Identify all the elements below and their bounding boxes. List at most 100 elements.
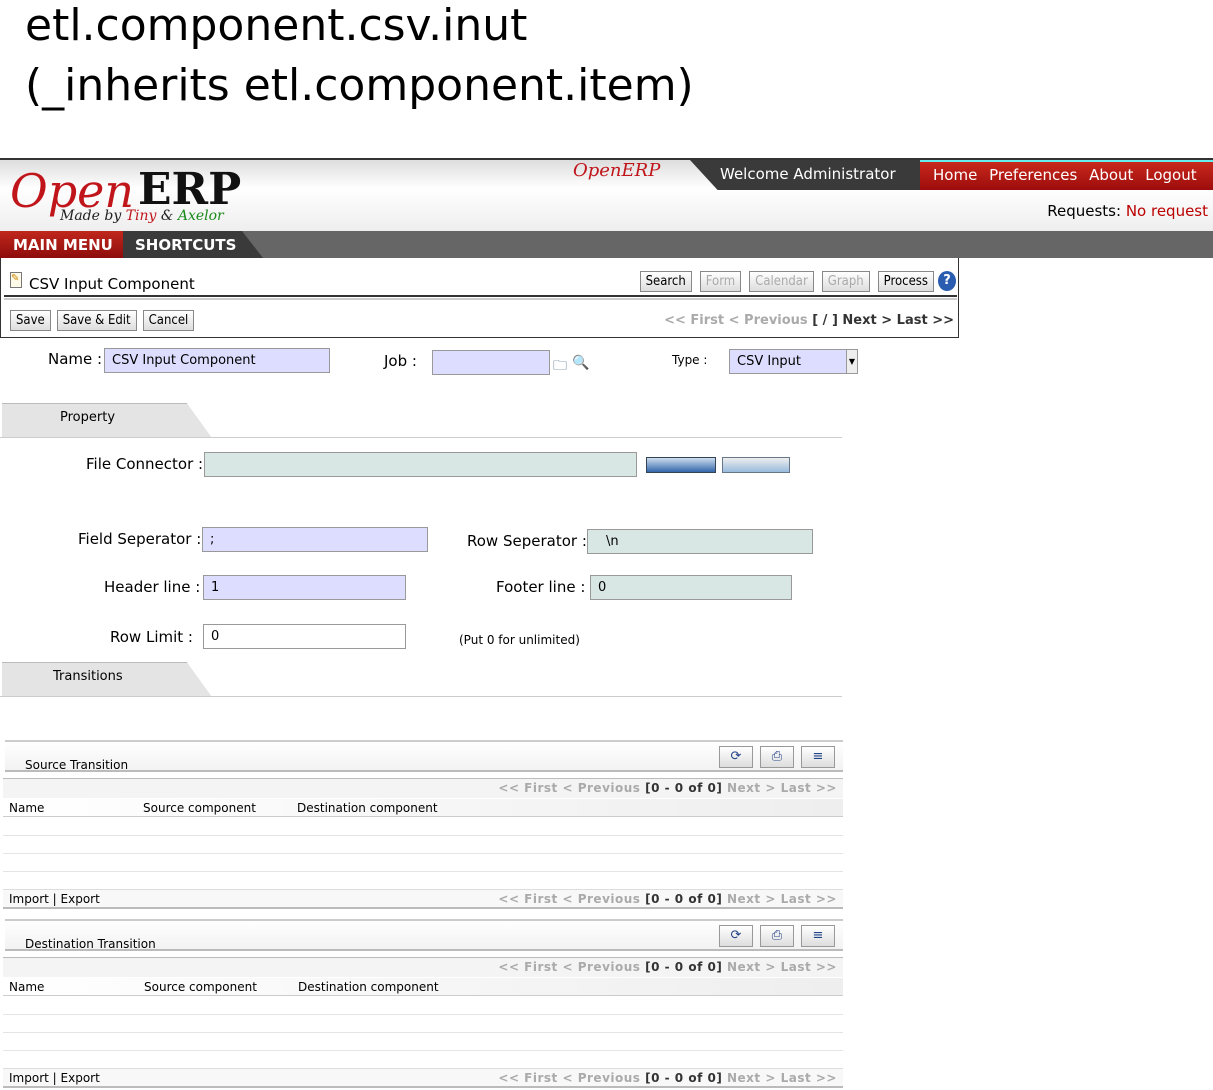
- pager-next[interactable]: Next >: [842, 313, 892, 328]
- requests-label: Requests:: [1047, 202, 1122, 220]
- amp: &: [160, 208, 174, 224]
- search-view-button[interactable]: Search: [639, 271, 692, 292]
- page-title: CSV Input Component: [29, 275, 195, 293]
- export-link[interactable]: Export: [61, 1071, 100, 1085]
- folder-icon[interactable]: 🗀: [553, 355, 567, 379]
- save-button[interactable]: Save: [10, 310, 51, 331]
- pager-first[interactable]: << First: [498, 781, 557, 795]
- tab-property[interactable]: Property: [2, 403, 212, 438]
- pager-range: [0 - 0 of 0]: [645, 781, 723, 795]
- refresh-icon[interactable]: ⟳: [719, 746, 753, 768]
- table-row: [3, 1014, 843, 1015]
- form-panel: ✎ CSV Input Component Search Form Calend…: [0, 258, 959, 338]
- footer-line-input[interactable]: 0: [590, 575, 792, 600]
- form-view-button[interactable]: Form: [699, 271, 742, 292]
- pager-last[interactable]: Last >>: [781, 1071, 837, 1085]
- pager-previous[interactable]: < Previous: [562, 1071, 640, 1085]
- list-icon[interactable]: ≡: [801, 746, 835, 768]
- help-icon[interactable]: ?: [938, 271, 956, 291]
- grid-pager: << First < Previous [0 - 0 of 0] Next > …: [498, 781, 837, 795]
- calendar-view-button[interactable]: Calendar: [749, 271, 814, 292]
- pager-next[interactable]: Next >: [727, 960, 776, 974]
- link-home[interactable]: Home: [933, 166, 977, 184]
- record-pager: << First < Previous [ / ] Next > Last >>: [664, 313, 954, 328]
- pager-last[interactable]: Last >>: [897, 313, 954, 328]
- search-icon[interactable]: 🔍: [572, 355, 589, 371]
- grid-pager-bar: << First < Previous [0 - 0 of 0] Next > …: [3, 957, 843, 977]
- tab-transitions[interactable]: Transitions: [2, 662, 212, 697]
- requests: Requests: No request: [1047, 202, 1208, 220]
- col-name[interactable]: Name: [9, 980, 44, 994]
- axelor: Axelor: [177, 208, 224, 224]
- pager-last[interactable]: Last >>: [781, 892, 837, 906]
- col-name[interactable]: Name: [9, 801, 44, 815]
- main-menu-tab[interactable]: MAIN MENU: [0, 231, 123, 258]
- col-source[interactable]: Source component: [143, 801, 256, 815]
- requests-link[interactable]: No request: [1126, 202, 1208, 220]
- grid-title: Source Transition: [25, 758, 129, 772]
- link-about[interactable]: About: [1089, 166, 1133, 184]
- row-separator-input[interactable]: \n: [587, 529, 813, 554]
- header-line-input[interactable]: 1: [203, 575, 406, 600]
- print-icon[interactable]: ⎙: [760, 925, 794, 947]
- link-logout[interactable]: Logout: [1145, 166, 1196, 184]
- pager-next[interactable]: Next >: [727, 892, 776, 906]
- pager-first[interactable]: << First: [498, 960, 557, 974]
- job-input[interactable]: [432, 350, 550, 375]
- shortcuts-tab[interactable]: SHORTCUTS: [123, 231, 263, 258]
- graph-view-button[interactable]: Graph: [821, 271, 870, 292]
- welcome-text: Welcome Administrator: [690, 160, 920, 190]
- pager-previous[interactable]: < Previous: [562, 781, 640, 795]
- file-connector-input[interactable]: [204, 452, 637, 477]
- view-buttons: Search Form Calendar Graph Process: [639, 271, 934, 292]
- type-select[interactable]: CSV Input ▼: [729, 349, 858, 374]
- pager-last[interactable]: Last >>: [781, 960, 837, 974]
- name-label: Name :: [48, 350, 103, 368]
- pager-previous[interactable]: < Previous: [562, 960, 640, 974]
- import-link[interactable]: Import: [9, 892, 49, 906]
- grid-header: Destination Transition ⟳ ⎙ ≡: [5, 919, 843, 951]
- grid-footer: Import | Export << First < Previous [0 - …: [3, 1068, 843, 1088]
- import-link[interactable]: Import: [9, 1071, 49, 1085]
- pager-last[interactable]: Last >>: [781, 781, 837, 795]
- open-connector-icon[interactable]: [722, 457, 790, 473]
- cancel-button[interactable]: Cancel: [142, 310, 195, 331]
- separator: |: [52, 892, 57, 906]
- grid-pager: << First < Previous [0 - 0 of 0] Next > …: [498, 892, 837, 906]
- pager-next[interactable]: Next >: [727, 781, 776, 795]
- select-connector-icon[interactable]: [646, 457, 716, 473]
- field-separator-label: Field Seperator :: [78, 530, 202, 548]
- pager-previous[interactable]: < Previous: [729, 313, 808, 328]
- pager-previous[interactable]: < Previous: [562, 892, 640, 906]
- col-destination[interactable]: Destination component: [297, 801, 438, 815]
- grid-pager: << First < Previous [0 - 0 of 0] Next > …: [498, 960, 837, 974]
- pager-next[interactable]: Next >: [727, 1071, 776, 1085]
- pager-first[interactable]: << First: [498, 1071, 557, 1085]
- refresh-icon[interactable]: ⟳: [719, 925, 753, 947]
- model-title: etl.component.csv.inut: [25, 0, 528, 51]
- col-source[interactable]: Source component: [144, 980, 257, 994]
- made-by: Made by: [60, 208, 122, 224]
- pager-first[interactable]: << First: [664, 313, 724, 328]
- job-label: Job :: [384, 352, 417, 370]
- print-icon[interactable]: ⎙: [760, 746, 794, 768]
- link-preferences[interactable]: Preferences: [989, 166, 1077, 184]
- pager-first[interactable]: << First: [498, 892, 557, 906]
- col-destination[interactable]: Destination component: [298, 980, 439, 994]
- small-logo: OpenERP: [573, 160, 660, 181]
- export-link[interactable]: Export: [61, 892, 100, 906]
- source-transition-grid: Source Transition ⟳ ⎙ ≡ << First < Previou…: [3, 740, 843, 910]
- model-inherits: (_inherits etl.component.item): [25, 60, 694, 111]
- name-input[interactable]: CSV Input Component: [104, 348, 330, 373]
- row-limit-input[interactable]: 0: [203, 624, 406, 649]
- save-edit-button[interactable]: Save & Edit: [56, 310, 137, 331]
- type-label: Type :: [672, 353, 708, 367]
- pager-range: [0 - 0 of 0]: [645, 960, 723, 974]
- grid-pager: << First < Previous [0 - 0 of 0] Next > …: [498, 1071, 837, 1085]
- pager-range: [0 - 0 of 0]: [645, 892, 723, 906]
- tab-divider: [0, 437, 842, 438]
- field-separator-input[interactable]: ;: [202, 527, 428, 552]
- list-icon[interactable]: ≡: [801, 925, 835, 947]
- action-buttons: Save Save & Edit Cancel: [10, 310, 195, 331]
- process-view-button[interactable]: Process: [877, 271, 934, 292]
